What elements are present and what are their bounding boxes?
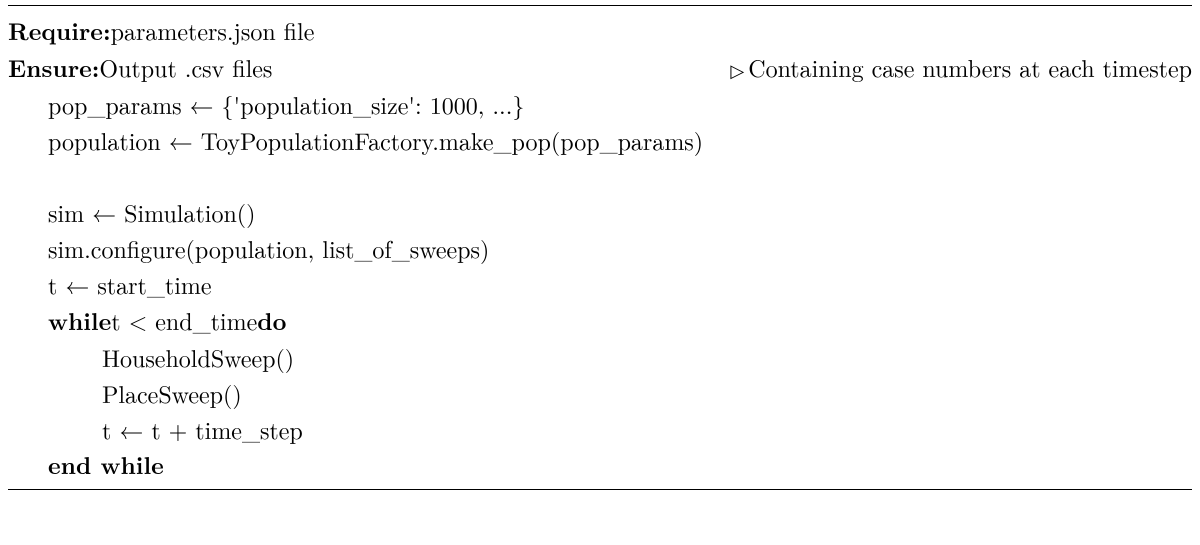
blank-line [8, 158, 1192, 194]
line-household: HouseholdSweep() [8, 339, 1192, 375]
while-keyword: while [48, 303, 111, 339]
line-population: population ← ToyPopulationFactory.make_p… [8, 122, 1192, 158]
ensure-line: Ensure: Output .csv files ▷ Containing c… [8, 49, 1192, 86]
while-line: while t < end_time do [8, 302, 1192, 339]
triangle-icon: ▷ [730, 57, 748, 84]
line-sim: sim ← Simulation() [8, 194, 1192, 230]
end-while-line: end while [8, 447, 1192, 483]
line-place: PlaceSweep() [8, 375, 1192, 411]
ensure-label: Ensure: [8, 50, 99, 86]
require-label: Require: [8, 13, 111, 49]
comment: ▷ Containing case numbers at each timest… [730, 49, 1192, 85]
end-while-keyword: end while [48, 447, 164, 483]
line-configure: sim.configure(population, list_of_sweeps… [8, 230, 1192, 266]
require-value: parameters.json file [111, 12, 315, 48]
comment-text: Containing case numbers at each timestep [748, 49, 1192, 85]
algorithm-block: Require: parameters.json file Ensure: Ou… [8, 5, 1192, 490]
ensure-value: Output .csv files [99, 49, 272, 85]
line-t-step: t ← t + time_step [8, 411, 1192, 447]
while-condition: t < end_time [111, 302, 257, 338]
require-line: Require: parameters.json file [8, 12, 1192, 49]
line-t-start: t ← start_time [8, 266, 1192, 302]
do-keyword: do [257, 303, 286, 339]
line-pop-params: pop_params ← {'population_size': 1000, .… [8, 86, 1192, 122]
